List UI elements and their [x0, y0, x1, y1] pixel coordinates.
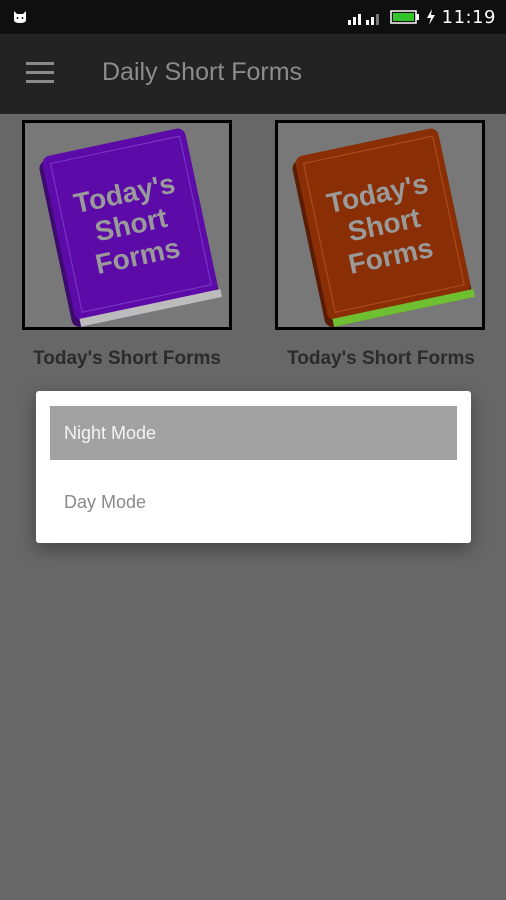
hamburger-menu-icon[interactable]	[26, 62, 54, 84]
status-time: 11:19	[441, 6, 496, 28]
book-card-1-label: Today's Short Forms	[33, 348, 221, 369]
book-card-1[interactable]: Today's Short Forms	[22, 120, 232, 330]
book-icon: Today's Short Forms	[292, 128, 476, 327]
book-card-2[interactable]: Today's Short Forms	[275, 120, 485, 330]
theme-mode-dialog: Night Mode Day Mode	[36, 391, 471, 543]
book-card-2-label: Today's Short Forms	[287, 348, 475, 369]
cat-notification-icon	[14, 11, 26, 23]
status-bar: 11:19	[0, 0, 506, 34]
app-title: Daily Short Forms	[102, 58, 303, 86]
night-mode-option[interactable]: Night Mode	[50, 406, 457, 460]
day-mode-option[interactable]: Day Mode	[50, 475, 457, 529]
book-icon: Today's Short Forms	[39, 128, 223, 327]
charging-icon	[426, 9, 435, 25]
app-bar: Daily Short Forms	[0, 34, 506, 114]
signal-icon	[347, 14, 379, 25]
battery-icon	[389, 10, 419, 24]
